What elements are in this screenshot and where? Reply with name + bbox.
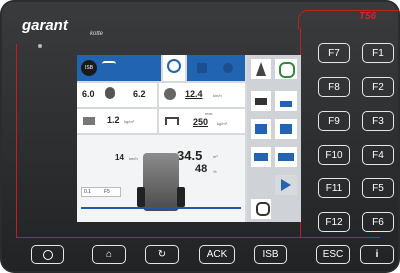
spreader-vehicle-icon <box>143 153 179 211</box>
model-label: T56 <box>359 11 377 22</box>
f1-button[interactable]: F1 <box>362 43 394 63</box>
ack-button[interactable]: ACK <box>199 245 235 264</box>
f6-button[interactable]: F6 <box>362 212 394 232</box>
width-max-label: max <box>205 111 213 116</box>
home-button[interactable]: ⌂ <box>92 245 126 264</box>
terminal-device: garant kotte T56 ISB 6.0 6.2 12.4 km/h 1… <box>0 0 400 273</box>
f4-button[interactable]: F4 <box>362 145 394 165</box>
rate-left-value: 6.0 <box>82 89 95 99</box>
truck-left-icon[interactable] <box>251 147 271 167</box>
f8-button[interactable]: F8 <box>318 77 350 97</box>
truck-right-icon[interactable] <box>275 147 297 167</box>
f10-button[interactable]: F10 <box>318 145 350 165</box>
rate-cell-left: 6.0 6.2 <box>77 83 157 107</box>
corner-value: F5 <box>104 189 110 195</box>
width-unit: kg/m³ <box>217 121 227 126</box>
ground-speed-value: 14 <box>115 153 124 162</box>
density-cell: 1.2 kg/m³ <box>77 109 157 133</box>
speed-cell: 12.4 km/h <box>159 83 245 107</box>
chart-icon[interactable] <box>275 91 297 111</box>
camera-icon[interactable] <box>251 91 271 111</box>
spreader-icon-cell[interactable] <box>163 55 185 81</box>
f11-button[interactable]: F11 <box>318 178 350 198</box>
corner-box: 0.1 F5 <box>81 187 121 197</box>
isb-button[interactable]: ISB <box>254 245 287 264</box>
signal-icon <box>102 61 116 69</box>
corner-label: 0.1 <box>84 189 91 195</box>
f3-button[interactable]: F3 <box>362 111 394 131</box>
refresh-icon: ↻ <box>157 249 167 260</box>
header-status: ISB <box>77 55 161 81</box>
wheel-right-icon <box>177 187 185 207</box>
brand-logo: garant kotte <box>22 17 104 37</box>
width-value: 250 <box>193 117 209 127</box>
isb-badge-icon: ISB <box>81 60 97 76</box>
accent-line-top <box>298 10 399 29</box>
f7-button[interactable]: F7 <box>318 43 350 63</box>
f5-button[interactable]: F5 <box>362 178 394 198</box>
rate-mid-value: 6.2 <box>133 89 146 99</box>
width-icon <box>165 117 179 125</box>
density-unit: kg/m³ <box>124 119 134 124</box>
fill-level-unit: % <box>213 169 217 174</box>
fill-level-value: 48 <box>195 163 208 175</box>
tank-volume-value: 34.5 <box>177 148 203 163</box>
softkey-panel <box>247 55 301 222</box>
ground-speed-unit: km/h <box>129 156 138 161</box>
disc-icon <box>164 88 176 100</box>
section-tab[interactable] <box>187 55 245 81</box>
road-icon[interactable] <box>251 59 271 79</box>
info-button[interactable]: i <box>360 245 394 264</box>
power-button[interactable] <box>31 245 64 264</box>
boom-line <box>81 207 241 209</box>
width-cell: max 250 kg/m³ <box>159 109 245 133</box>
lower-icon[interactable] <box>251 119 271 139</box>
spinner-icon <box>105 87 115 99</box>
scale-icon <box>83 117 95 125</box>
tank-volume-unit: m³ <box>213 154 218 159</box>
f2-button[interactable]: F2 <box>362 77 394 97</box>
esc-button[interactable]: ESC <box>316 245 350 264</box>
speed-unit: km/h <box>213 93 222 98</box>
grid-icon <box>197 63 207 73</box>
display-screen: ISB 6.0 6.2 12.4 km/h 1.2 kg/m³ max 250 … <box>77 55 301 222</box>
wheel-left-icon <box>137 187 145 207</box>
status-led <box>38 44 42 48</box>
vehicle-panel: 14 km/h 34.5 m³ 48 % 0.1 F5 <box>77 135 245 222</box>
speed-value: 12.4 <box>185 89 203 99</box>
spreader-icon <box>167 59 181 73</box>
f12-button[interactable]: F12 <box>318 212 350 232</box>
density-value: 1.2 <box>107 115 120 125</box>
blue-arrow-icon[interactable] <box>275 175 297 195</box>
next-icon[interactable] <box>275 59 297 79</box>
accent-line-left <box>16 44 18 237</box>
gear-icon <box>223 63 233 73</box>
raise-icon[interactable] <box>275 119 297 139</box>
f9-button[interactable]: F9 <box>318 111 350 131</box>
home-icon: ⌂ <box>105 249 113 260</box>
refresh-button[interactable]: ↻ <box>145 245 179 264</box>
accent-line-bottom <box>16 237 380 240</box>
light-icon[interactable] <box>251 199 271 219</box>
power-icon <box>42 250 53 260</box>
